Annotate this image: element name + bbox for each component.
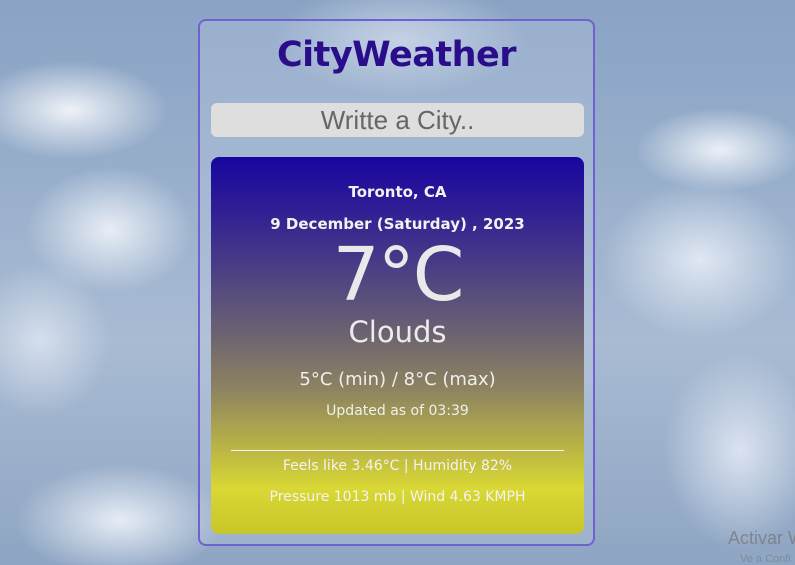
temperature-value: 7°C [332,232,465,318]
date-label: 9 December (Saturday) , 2023 [270,215,525,233]
weather-card: CityWeather Toronto, CA 9 December (Satu… [198,19,595,546]
feels-like-humidity: Feels like 3.46°C | Humidity 82% [282,458,513,474]
activation-watermark: Activar W [728,528,795,548]
location-label: Toronto, CA [348,183,447,201]
divider [231,450,564,451]
app-title: CityWeather [276,35,517,75]
min-max-temperature: 5°C (min) / 8°C (max) [299,369,496,390]
pressure-wind: Pressure 1013 mb | Wind 4.63 KMPH [269,489,526,505]
activation-watermark-subtitle: Ve a Confi [740,553,791,565]
updated-time: Updated as of 03:39 [326,403,469,419]
weather-panel: Toronto, CA 9 December (Saturday) , 2023… [211,157,584,534]
city-search-input[interactable] [211,103,584,137]
weather-condition: Clouds [348,315,447,349]
